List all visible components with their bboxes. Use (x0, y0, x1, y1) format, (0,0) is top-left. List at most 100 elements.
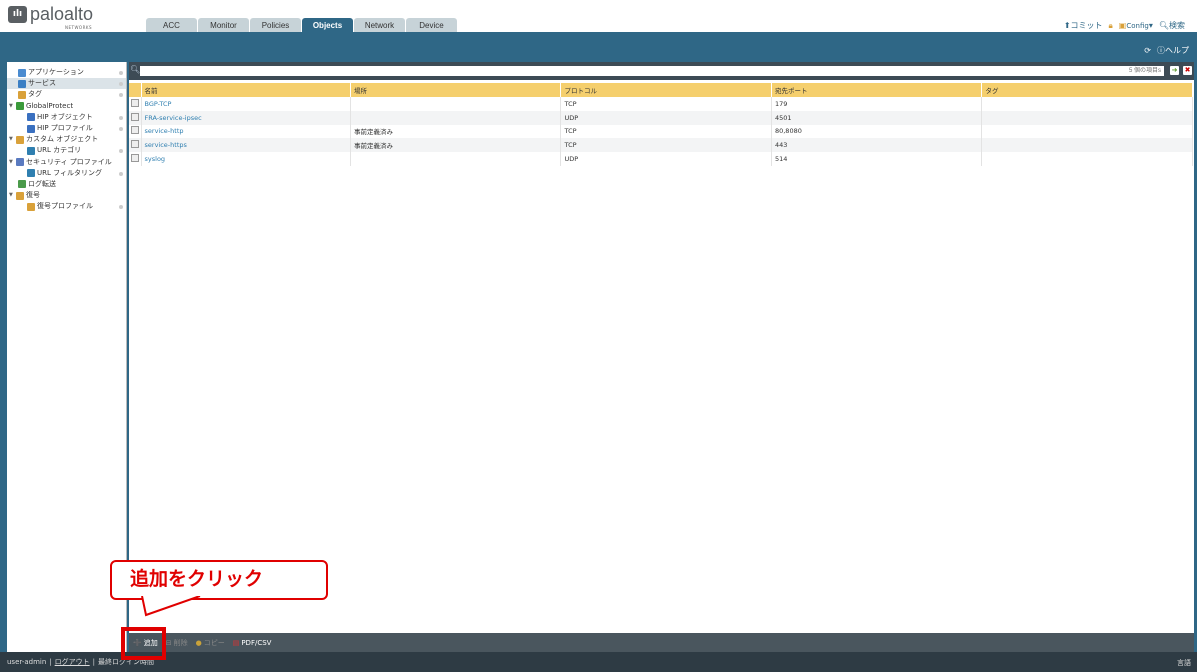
commit-icon: ⬆ (1063, 21, 1071, 30)
table-cell (981, 110, 1193, 125)
table-cell (350, 110, 562, 125)
table-row[interactable]: syslog UDP 514 (129, 152, 1193, 166)
sidebar-item[interactable]: ログ転送 (7, 179, 126, 190)
sidebar-item-icon (18, 68, 26, 77)
sidebar-item[interactable]: URL カテゴリ (7, 145, 126, 156)
row-checkbox[interactable] (131, 140, 139, 149)
table-cell: 443 (771, 138, 983, 153)
tab-acc[interactable]: ACC (146, 18, 197, 32)
table-row[interactable]: FRA-service-ipsec UDP 4501 (129, 110, 1193, 125)
service-name-link[interactable]: service-http (141, 124, 352, 139)
bottom-toolbar: ➕ 追加 ⊟ 削除 ● コピー ▤ PDF/CSV (129, 633, 1194, 652)
table-cell (350, 152, 562, 166)
sidebar-item-icon (16, 158, 24, 167)
annotation-highlight-box (121, 627, 166, 660)
expand-triangle-icon[interactable]: ▼ (9, 157, 16, 168)
sidebar-item-icon (18, 180, 26, 189)
table-cell (981, 97, 1193, 111)
search-icon: 🔍︎ (1158, 21, 1169, 30)
logo-icon: ılı (8, 6, 27, 23)
table-cell (981, 152, 1193, 166)
sidebar-item[interactable]: ▼ 復号 (7, 190, 126, 201)
main-panel: 🔍︎ ➜ ✖ 名前場所プロトコル宛先ポートタグ BGP-TCPTCP179FRA… (129, 62, 1194, 633)
status-dot (119, 82, 123, 87)
sidebar-item-icon (18, 79, 26, 88)
row-checkbox[interactable] (131, 98, 139, 107)
tab-objects[interactable]: Objects (302, 18, 353, 32)
expand-triangle-icon[interactable]: ▼ (9, 101, 16, 112)
service-name-link[interactable]: FRA-service-ipsec (141, 110, 352, 125)
apply-filter-icon[interactable]: ➜ (1170, 66, 1179, 75)
sidebar-item-icon (27, 124, 35, 133)
sidebar-item[interactable]: ▼ セキュリティ プロファイル (7, 157, 126, 168)
status-dot (119, 126, 123, 131)
minus-icon: ⊟ (165, 638, 172, 647)
sidebar-item[interactable]: アプリケーション (7, 67, 126, 78)
table-cell: 事前定義済み (350, 124, 562, 139)
sidebar-item-icon (27, 113, 35, 122)
refresh-icon[interactable]: ⟳ (1144, 46, 1151, 55)
table-cell (981, 138, 1193, 153)
callout-tail (141, 596, 201, 617)
sidebar-item[interactable]: HIP オブジェクト (7, 112, 126, 123)
row-checkbox[interactable] (131, 112, 139, 121)
column-header[interactable]: 場所 (350, 83, 562, 97)
status-dot (119, 115, 123, 120)
lock-icon[interactable]: 🔒︎ (1109, 21, 1113, 31)
help-icon: ⓘ (1157, 46, 1165, 55)
search-link[interactable]: 🔍︎検索 (1159, 20, 1185, 31)
tab-device[interactable]: Device (406, 18, 457, 32)
expand-triangle-icon[interactable]: ▼ (9, 134, 16, 145)
sidebar-item-icon (27, 202, 35, 211)
row-checkbox[interactable] (131, 126, 139, 135)
paloalto-logo: ılı paloalto NETWORKS (8, 5, 93, 30)
copy-button[interactable]: ● コピー (196, 638, 225, 648)
language-link[interactable]: 言語 (1177, 658, 1191, 668)
status-dot (119, 205, 123, 210)
sidebar-item[interactable]: 復号プロファイル (7, 201, 126, 212)
filter-input[interactable] (140, 66, 1164, 76)
clear-filter-icon[interactable]: ✖ (1183, 66, 1192, 75)
column-header[interactable]: 名前 (141, 83, 352, 97)
column-header[interactable]: プロトコル (560, 83, 772, 97)
column-header[interactable]: 宛先ポート (771, 83, 983, 97)
table-row[interactable]: service-https 事前定義済み TCP 443 (129, 138, 1193, 153)
table-cell: 80,8080 (771, 124, 983, 139)
pdf-csv-button[interactable]: ▤ PDF/CSV (233, 639, 272, 647)
table-cell (981, 124, 1193, 139)
sidebar-item-icon (18, 90, 26, 99)
commit-link[interactable]: ⬆コミット (1064, 20, 1103, 31)
config-menu[interactable]: ▣Config▾ (1119, 21, 1153, 30)
status-dot (119, 71, 123, 75)
row-checkbox[interactable] (131, 154, 139, 163)
table-cell: UDP (560, 152, 772, 166)
service-name-link[interactable]: syslog (141, 152, 352, 166)
logout-link[interactable]: ログアウト (55, 657, 90, 667)
search-icon: 🔍︎ (130, 65, 141, 74)
copy-icon: ● (195, 638, 202, 647)
sidebar-item[interactable]: URL フィルタリング (7, 168, 126, 179)
sidebar-item[interactable]: サービス (7, 78, 126, 90)
sidebar-item-icon (27, 146, 35, 155)
annotation-callout: 追加をクリック (110, 560, 328, 600)
tab-policies[interactable]: Policies (250, 18, 301, 32)
sidebar-item-icon (16, 102, 24, 111)
table-cell: 事前定義済み (350, 138, 562, 153)
service-name-link[interactable]: BGP-TCP (141, 97, 352, 111)
expand-triangle-icon[interactable]: ▼ (9, 190, 16, 201)
tab-monitor[interactable]: Monitor (198, 18, 249, 32)
sidebar-item[interactable]: タグ (7, 89, 126, 100)
table-cell: TCP (560, 124, 772, 139)
service-name-link[interactable]: service-https (141, 138, 352, 153)
sidebar-item[interactable]: ▼ GlobalProtect (7, 101, 126, 112)
table-cell: 4501 (771, 110, 983, 125)
sidebar-item[interactable]: ▼ カスタム オブジェクト (7, 134, 126, 145)
table-row[interactable]: service-http 事前定義済み TCP 80,8080 (129, 124, 1193, 139)
delete-button[interactable]: ⊟ 削除 (166, 638, 188, 648)
table-row[interactable]: BGP-TCP TCP 179 (129, 97, 1193, 111)
pdf-icon: ▤ (232, 638, 240, 647)
tab-network[interactable]: Network (354, 18, 405, 32)
sidebar-item[interactable]: HIP プロファイル (7, 123, 126, 134)
column-header[interactable]: タグ (981, 83, 1193, 97)
help-link[interactable]: ⓘヘルプ (1157, 45, 1189, 56)
